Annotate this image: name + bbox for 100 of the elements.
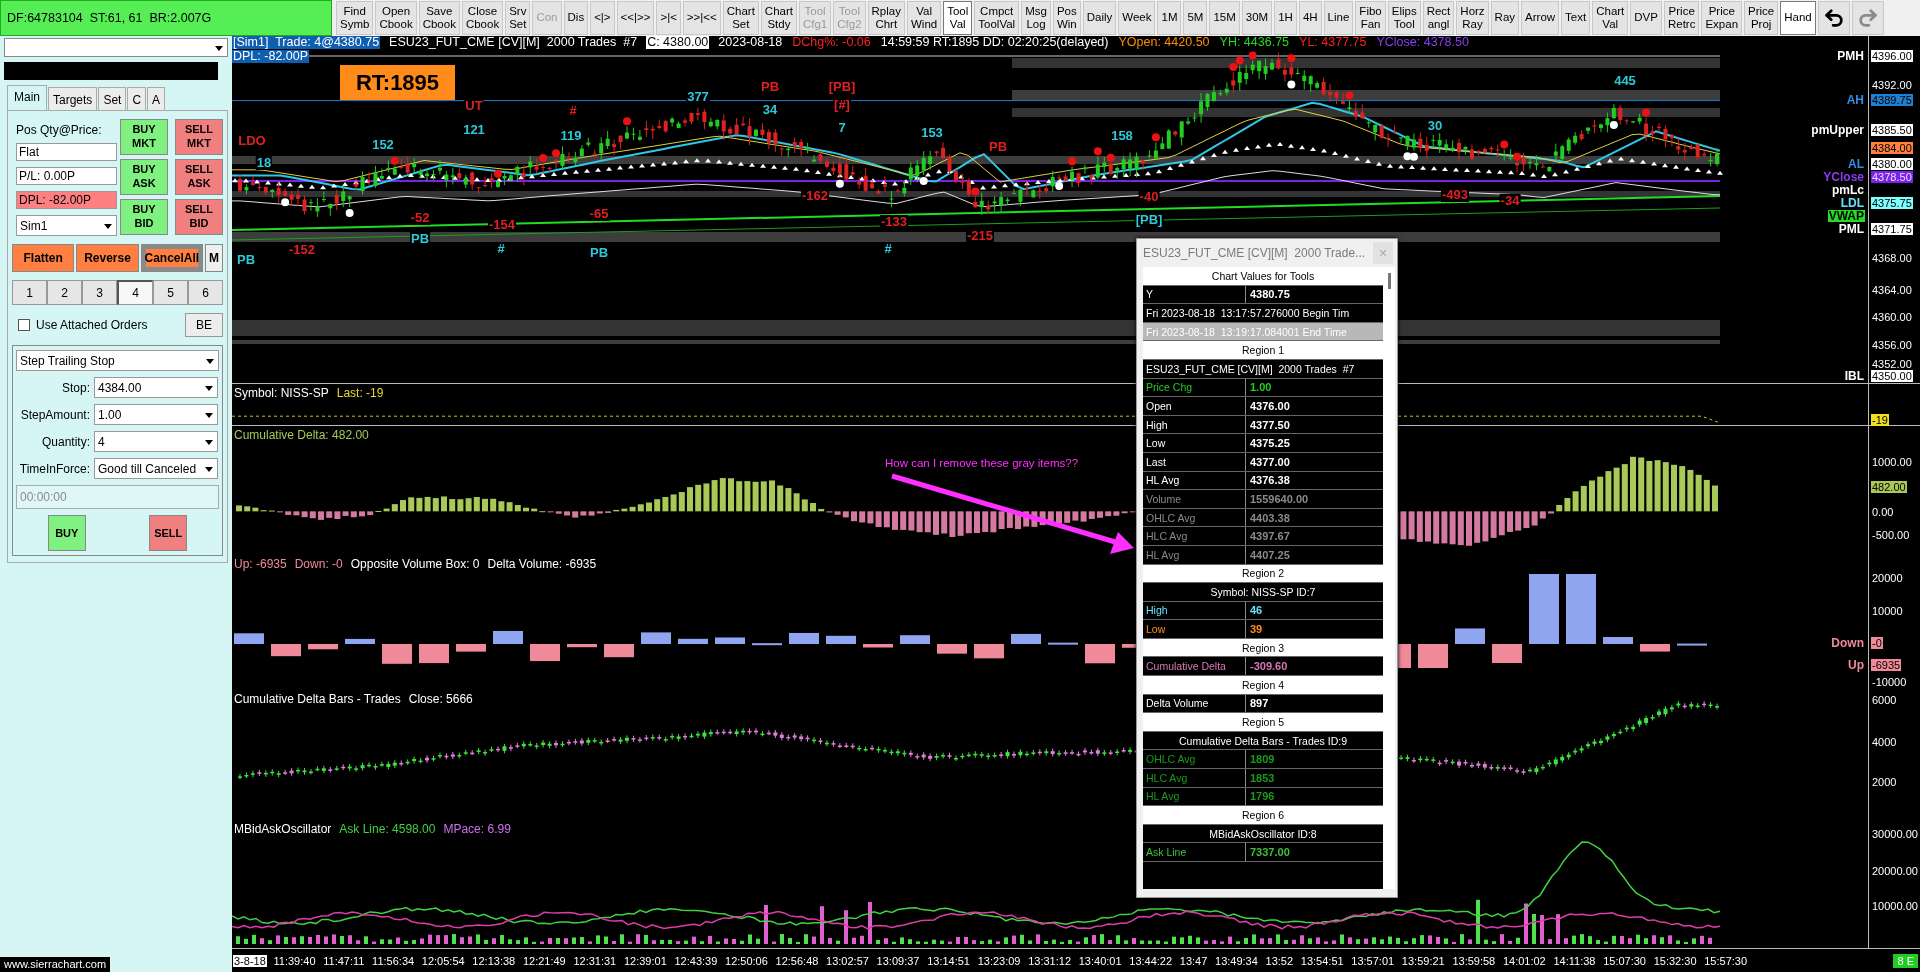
quantity-button[interactable]: 6	[188, 280, 223, 305]
value-text: 897	[1249, 697, 1269, 710]
readout-field[interactable]: P/L: 0.00P	[16, 167, 117, 185]
toolbar-button[interactable]: 5M	[1183, 1, 1208, 35]
toolbar-button[interactable]: Val Wind	[906, 1, 942, 35]
tab[interactable]: Targets	[48, 87, 98, 110]
tab[interactable]: A	[147, 87, 166, 110]
order-button[interactable]: BUY ASK	[120, 159, 168, 195]
status-badge: 8 E	[1893, 953, 1918, 968]
value-text: 4397.67	[1249, 530, 1290, 543]
toolbar-button[interactable]: Chart Set	[722, 1, 759, 35]
value-text: 4377.00	[1249, 455, 1290, 468]
toolbar-button[interactable]: Text	[1561, 1, 1591, 35]
toolbar-button[interactable]: Dis	[563, 1, 589, 35]
toolbar-button[interactable]: Srv Set	[505, 1, 531, 35]
tab[interactable]: Main	[7, 85, 47, 110]
toolbar-button[interactable]: Fibo Fan	[1355, 1, 1386, 35]
value-text: 46	[1249, 604, 1263, 617]
toolbar-button[interactable]: Pos Win	[1052, 1, 1081, 35]
study-label: Down: -0	[294, 558, 343, 571]
toolbar-button[interactable]: DVP	[1630, 1, 1662, 35]
toolbar-button[interactable]: Tool Val	[943, 1, 973, 35]
toolbar-button[interactable]: Elips Tool	[1387, 1, 1421, 35]
quantity-button[interactable]: 3	[82, 280, 117, 305]
toolbar-button[interactable]: Arrow	[1521, 1, 1560, 35]
toolbar-button[interactable]: Close Cbook	[461, 1, 504, 35]
status-text: DPL: -82.00P	[232, 50, 310, 63]
toolbar-button[interactable]: 4H	[1298, 1, 1322, 35]
toolbar-button[interactable]: >>|<<	[682, 1, 721, 35]
toolbar-button[interactable]: <|>	[590, 1, 615, 35]
order-button[interactable]: BUY	[47, 515, 86, 551]
order-button[interactable]: BUY MKT	[120, 119, 168, 155]
time-field[interactable]: 00:00:00	[16, 485, 219, 509]
order-button[interactable]: SELL	[149, 515, 188, 551]
toolbar-button[interactable]: Price Expan	[1701, 1, 1743, 35]
time-label: 11:47:11	[322, 954, 366, 967]
axis-tick-label: 2000	[1871, 776, 1898, 788]
toolbar-button[interactable]: Chart Val	[1592, 1, 1629, 35]
axis-tick-label: 20000	[1871, 572, 1904, 584]
status-text: [Sim1] Trade: 4@4380.75	[232, 36, 381, 49]
time-label: 12:13:38	[471, 954, 517, 967]
toolbar-button[interactable]: Daily	[1082, 1, 1117, 35]
order-button[interactable]: SELL MKT	[175, 119, 223, 155]
quantity-button[interactable]: 4	[117, 280, 153, 305]
tab[interactable]: C	[127, 87, 147, 110]
order-button[interactable]: BUY BID	[120, 199, 168, 235]
toolbar-button[interactable]: 1H	[1274, 1, 1297, 35]
readout-field[interactable]: Flat	[16, 143, 117, 161]
value-dropdown[interactable]: 4384.00	[94, 377, 218, 398]
toolbar-button[interactable]: Chart Stdy	[760, 1, 797, 35]
quantity-button[interactable]: 2	[47, 280, 82, 305]
value-text: 4376.00	[1249, 399, 1290, 412]
toolbar-button[interactable]: Rect angl	[1422, 1, 1455, 35]
chart-label: -215	[966, 229, 994, 243]
toolbar-button[interactable]: Open Cbook	[375, 1, 417, 35]
toolbar-button[interactable]: Cmpct ToolVal	[974, 1, 1020, 35]
website-link[interactable]: www.sierrachart.com	[0, 957, 111, 972]
toolbar-button[interactable]: Rplay Chrt	[867, 1, 905, 35]
time-label: 12:39:01	[622, 954, 668, 967]
toolbar-button[interactable]: Find Symb	[336, 1, 374, 35]
toolbar-button[interactable]: Week	[1118, 1, 1156, 35]
readout-field[interactable]: DPL: -82.00P	[16, 191, 117, 209]
time-label: 11:39:40	[272, 954, 317, 967]
order-type-dropdown[interactable]: Step Trailing Stop	[16, 350, 219, 371]
value-dropdown[interactable]: 4	[94, 431, 218, 452]
axis-tick-label: -500.00	[1871, 529, 1911, 541]
toolbar-button[interactable]: 1M	[1157, 1, 1182, 35]
value-label: HLC Avg	[1146, 769, 1246, 787]
toolbar-button[interactable]: Price Retrc	[1663, 1, 1700, 35]
toolbar-button[interactable]: 30M	[1241, 1, 1273, 35]
order-button[interactable]: SELL BID	[175, 199, 223, 235]
axis-tick-label: 4392.00	[1871, 79, 1913, 91]
action-button[interactable]: Flatten	[12, 244, 75, 272]
axis-tick-label: 4364.00	[1871, 284, 1913, 296]
value-dropdown[interactable]: 1.00	[94, 404, 218, 425]
action-button[interactable]: CancelAll	[140, 244, 203, 272]
value-dropdown[interactable]: Good till Canceled	[94, 458, 218, 479]
action-button[interactable]: M	[205, 244, 223, 272]
toolbar-button[interactable]: Ray	[1490, 1, 1520, 35]
order-button[interactable]: SELL ASK	[175, 159, 223, 195]
value-label: Last	[1146, 452, 1246, 471]
quantity-button[interactable]: 1	[12, 280, 47, 305]
account-dropdown[interactable]: Sim1	[16, 215, 117, 236]
tab[interactable]: Set	[98, 87, 127, 110]
study-label: Last: -19	[336, 387, 384, 400]
quantity-button[interactable]: 5	[153, 280, 188, 305]
toolbar-button[interactable]: Line	[1323, 1, 1354, 35]
time-label: 14:01:02	[1501, 954, 1547, 967]
action-button[interactable]: Reverse	[76, 244, 139, 272]
toolbar-button[interactable]: >|<	[656, 1, 681, 35]
toolbar-button[interactable]: Price Proj	[1744, 1, 1779, 35]
toolbar-button[interactable]: Save Cbook	[418, 1, 460, 35]
toolbar-button[interactable]: <<|>>	[616, 1, 655, 35]
chart-label: 7	[837, 121, 847, 135]
toolbar-button[interactable]: Horz Ray	[1456, 1, 1489, 35]
value-text: 39	[1249, 623, 1263, 636]
toolbar-button[interactable]: 15M	[1209, 1, 1240, 35]
toolbar-button[interactable]: Msg Log	[1021, 1, 1051, 35]
toolbar-button[interactable]: Hand	[1780, 1, 1816, 35]
breakeven-button[interactable]: BE	[185, 313, 223, 337]
